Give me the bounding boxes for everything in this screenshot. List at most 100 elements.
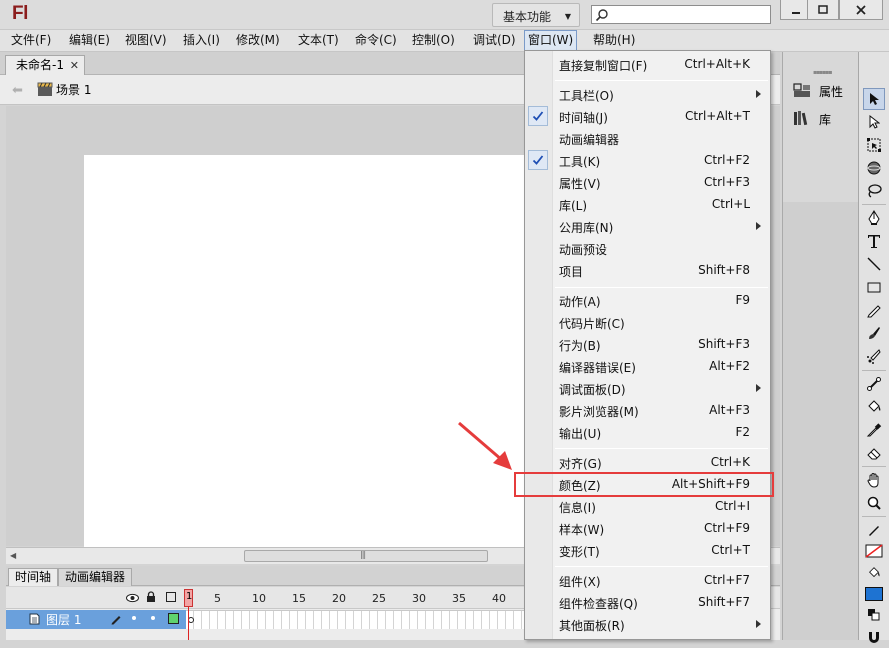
swap-colors-button[interactable]: [863, 604, 885, 626]
scrollbar-thumb[interactable]: |||: [244, 550, 488, 562]
menu-view[interactable]: 视图(V): [122, 30, 170, 51]
menu-item-behaviors[interactable]: 行为(B) Shift+F3: [525, 333, 770, 355]
back-arrow-icon[interactable]: ⬅: [12, 83, 23, 98]
menu-file[interactable]: 文件(F): [8, 30, 54, 51]
menu-item-tools[interactable]: 工具(K) Ctrl+F2: [525, 149, 770, 171]
workspace-label: 基本功能: [503, 10, 552, 24]
close-icon[interactable]: ✕: [70, 56, 79, 75]
frame-number-current: 1: [186, 591, 193, 602]
eyedropper-tool[interactable]: [863, 419, 885, 441]
layer-row[interactable]: 图层 1: [6, 610, 186, 629]
search-input[interactable]: [591, 5, 771, 24]
fill-color-swatch[interactable]: [863, 583, 885, 605]
frame-number: 40: [492, 592, 506, 605]
menu-item-transform[interactable]: 变形(T) Ctrl+T: [525, 539, 770, 561]
menu-window[interactable]: 窗口(W): [524, 30, 578, 51]
maximize-button[interactable]: [807, 0, 839, 20]
menu-modify[interactable]: 修改(M): [233, 30, 283, 51]
eraser-tool[interactable]: [863, 442, 885, 464]
eye-icon[interactable]: [126, 592, 139, 606]
panel-library[interactable]: 库: [791, 109, 857, 129]
subselection-tool[interactable]: [863, 111, 885, 133]
menu-item-timeline[interactable]: 时间轴(J) Ctrl+Alt+T: [525, 105, 770, 127]
menu-edit[interactable]: 编辑(E): [66, 30, 113, 51]
menu-item-code-snippets[interactable]: 代码片断(C): [525, 311, 770, 333]
text-icon: [868, 235, 880, 248]
text-tool[interactable]: [863, 230, 885, 252]
panel-properties[interactable]: 属性: [791, 81, 857, 101]
close-button[interactable]: [839, 0, 883, 20]
stage-canvas[interactable]: [84, 155, 529, 547]
brush-icon: [869, 327, 880, 339]
tab-motion-editor[interactable]: 动画编辑器: [58, 568, 133, 586]
stroke-color-tool[interactable]: [863, 519, 885, 541]
rectangle-tool[interactable]: [863, 276, 885, 298]
menu-item-other-panels[interactable]: 其他面板(R): [525, 613, 770, 635]
fill-swatch: [865, 587, 883, 601]
menu-item-actions[interactable]: 动作(A) F9: [525, 289, 770, 311]
hand-tool[interactable]: [863, 469, 885, 491]
menu-item-movie-explorer[interactable]: 影片浏览器(M) Alt+F3: [525, 399, 770, 421]
frame-grid[interactable]: [186, 610, 526, 629]
maximize-icon: [818, 4, 828, 14]
zoom-tool[interactable]: [863, 492, 885, 514]
menu-item-align[interactable]: 对齐(G) Ctrl+K: [525, 451, 770, 473]
outline-icon[interactable]: [166, 592, 176, 602]
line-tool[interactable]: [863, 253, 885, 275]
selection-tool[interactable]: [863, 88, 885, 110]
visibility-dot-icon[interactable]: [132, 616, 136, 620]
menu-item-duplicate-window[interactable]: 直接复制窗口(F) Ctrl+Alt+K: [525, 53, 770, 75]
pencil-tool[interactable]: [863, 299, 885, 321]
menu-item-toolbars[interactable]: 工具栏(O): [525, 83, 770, 105]
menu-item-info[interactable]: 信息(I) Ctrl+I: [525, 495, 770, 517]
fill-color-tool[interactable]: [863, 562, 885, 584]
hollow-arrow-icon: [869, 115, 880, 129]
menu-item-project[interactable]: 项目 Shift+F8: [525, 259, 770, 281]
clapperboard-icon: [37, 81, 53, 100]
menu-item-properties[interactable]: 属性(V) Ctrl+F3: [525, 171, 770, 193]
bone-tool[interactable]: [863, 373, 885, 395]
menu-item-output[interactable]: 输出(U) F2: [525, 421, 770, 443]
menu-item-component-inspector[interactable]: 组件检查器(Q) Shift+F7: [525, 591, 770, 613]
menu-command[interactable]: 命令(C): [352, 30, 400, 51]
menu-help[interactable]: 帮助(H): [590, 30, 638, 51]
scroll-left-icon[interactable]: ◀: [10, 551, 16, 560]
tab-timeline[interactable]: 时间轴: [8, 568, 59, 586]
menu-text[interactable]: 文本(T): [295, 30, 342, 51]
layer-color-swatch[interactable]: [168, 613, 179, 624]
menu-item-motion-editor[interactable]: 动画编辑器: [525, 127, 770, 149]
menu-debug[interactable]: 调试(D): [470, 30, 519, 51]
stroke-color-swatch[interactable]: [863, 540, 885, 562]
highlight-box: [514, 472, 774, 497]
arrow-icon: [870, 93, 879, 105]
close-icon: [856, 4, 866, 15]
playhead[interactable]: 1: [184, 589, 193, 607]
menu-control[interactable]: 控制(O): [409, 30, 458, 51]
free-transform-tool[interactable]: [863, 134, 885, 156]
paint-bucket-tool[interactable]: [863, 396, 885, 418]
deco-tool[interactable]: [863, 345, 885, 367]
grip-icon[interactable]: ▪▪▪▪▪▪: [813, 69, 832, 76]
menu-item-motion-presets[interactable]: 动画预设: [525, 237, 770, 259]
annotation-arrow-icon: [458, 421, 512, 470]
layer-name[interactable]: 图层 1: [46, 611, 81, 628]
menu-insert[interactable]: 插入(I): [180, 30, 223, 51]
menu-item-library[interactable]: 库(L) Ctrl+L: [525, 193, 770, 215]
zoom-icon: [867, 496, 881, 510]
menu-item-components[interactable]: 组件(X) Ctrl+F7: [525, 569, 770, 591]
snap-to-objects-button[interactable]: [863, 626, 885, 648]
menu-item-compiler-errors[interactable]: 编译器错误(E) Alt+F2: [525, 355, 770, 377]
pen-tool[interactable]: [863, 207, 885, 229]
lock-icon[interactable]: [146, 591, 156, 606]
document-tab[interactable]: 未命名-1 ✕: [5, 55, 85, 75]
brush-tool[interactable]: [863, 322, 885, 344]
scene-name[interactable]: 场景 1: [56, 81, 91, 98]
lasso-tool[interactable]: [863, 180, 885, 202]
menu-item-common-libraries[interactable]: 公用库(N): [525, 215, 770, 237]
3d-rotation-tool[interactable]: [863, 157, 885, 179]
lock-dot-icon[interactable]: [151, 616, 155, 620]
chevron-down-icon: ▼: [564, 12, 571, 21]
menu-item-debug-panels[interactable]: 调试面板(D): [525, 377, 770, 399]
menu-item-swatches[interactable]: 样本(W) Ctrl+F9: [525, 517, 770, 539]
workspace-switcher[interactable]: 基本功能 ▼: [492, 3, 580, 27]
